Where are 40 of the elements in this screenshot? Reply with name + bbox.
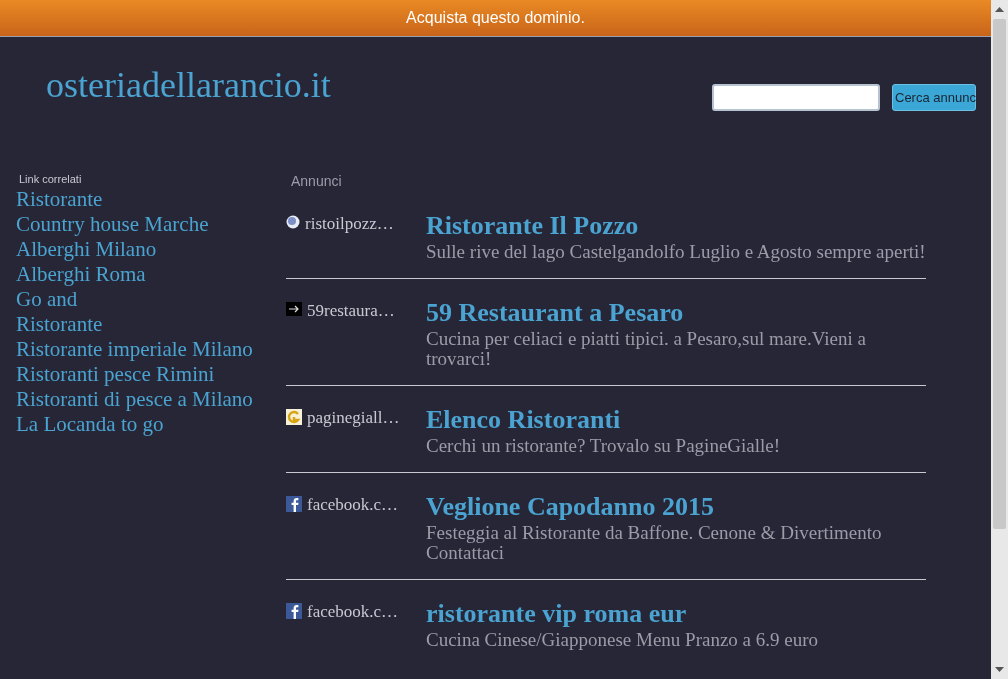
search-button[interactable]: Cerca annunc [892,84,976,111]
ad-source[interactable]: ristoilpozz… [305,211,394,262]
related-links-heading: Link correlati [18,172,83,187]
ad-title[interactable]: Veglione Capodanno 2015 [426,492,714,521]
facebook-icon [286,603,302,619]
search-field[interactable] [712,84,880,111]
ad-description: Cucina per celiaci e piatti tipici. a Pesaro,sul mare.Vieni a trovarci! [426,329,867,369]
ad-description: Cucina Cinese/Giapponese Menu Pranzo a 6.9 euro [426,630,820,650]
related-link[interactable]: Ristorante imperiale Milano [16,336,253,361]
ad-description: Sulle rive del lago Castelgandolfo Luglio e Agosto sempre aperti! [426,242,926,262]
ad-source[interactable]: 59restaura… [307,298,395,369]
ad-title[interactable]: Elenco Ristoranti [426,405,621,434]
ad-title[interactable]: ristorante vip roma eur [426,599,687,628]
globe-icon [286,215,300,229]
related-link[interactable]: Ristorante [16,186,103,211]
ad-source[interactable]: paginegiall… [307,405,400,456]
ad-title[interactable]: Ristorante Il Pozzo [426,211,639,240]
arrow-icon [286,302,302,316]
ad-title[interactable]: 59 Restaurant a Pesaro [426,298,684,327]
scroll-down-icon[interactable] [995,667,1004,673]
related-link[interactable]: Alberghi Milano [16,236,157,261]
scrollbar[interactable] [991,0,1008,679]
buy-domain-banner[interactable]: Acquista questo dominio. [0,0,991,37]
scroll-up-icon[interactable] [995,6,1004,12]
site-title[interactable]: osteriadellarancio.it [46,67,331,103]
related-link[interactable]: Ristorante [16,311,103,336]
related-link[interactable]: Country house Marche [16,211,209,236]
scrollbar-thumb[interactable] [993,19,1006,529]
ad-source[interactable]: facebook.c… [307,492,399,563]
related-link[interactable]: Alberghi Roma [16,261,146,286]
related-link[interactable]: Ristoranti di pesce a Milano [16,386,253,411]
ads-heading: Annunci [290,172,343,191]
ad-description: Cerchi un ristorante? Trovalo su PagineGialle! [426,436,782,456]
ad-description: Festeggia al Ristorante da Baffone. Cenone & Divertimento Contattaci [426,523,883,563]
g-logo-icon [286,409,302,425]
related-link[interactable]: Go and [16,286,78,311]
related-link[interactable]: Ristoranti pesce Rimini [16,361,215,386]
facebook-icon [286,496,302,512]
ad-source[interactable]: facebook.c… [307,599,399,650]
related-link[interactable]: La Locanda to go [16,411,164,436]
